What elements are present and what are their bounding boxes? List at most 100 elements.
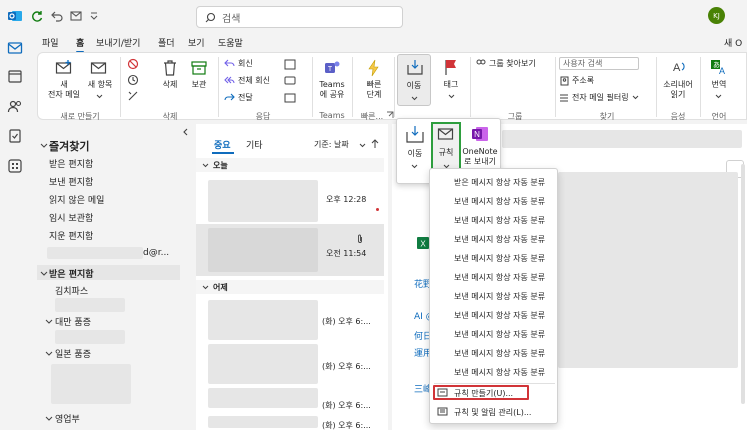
rule-menu-item[interactable]: 보낸 메시지 항상 자동 분류 bbox=[454, 291, 545, 302]
rule-menu-item[interactable]: 보낸 메시지 항상 자동 분류 bbox=[454, 348, 545, 359]
subfolder-item[interactable]: 영업부 bbox=[55, 412, 80, 425]
section-today[interactable]: 오늘 bbox=[196, 158, 384, 172]
read-aloud-button[interactable]: 소리내어 읽기 bbox=[659, 80, 697, 100]
customize-toolbar-icon[interactable] bbox=[89, 11, 99, 21]
sort-dropdown[interactable]: 기준: 날짜 bbox=[314, 139, 349, 150]
address-book-button[interactable]: 주소록 bbox=[559, 75, 594, 86]
create-rule-icon bbox=[437, 387, 448, 398]
mail-icon[interactable] bbox=[69, 9, 83, 23]
scrollbar[interactable] bbox=[741, 164, 745, 404]
subfolder-item[interactable]: 김치파스 bbox=[55, 284, 88, 297]
translate-button[interactable]: 번역 bbox=[704, 80, 734, 90]
filter-email-button[interactable]: 전자 메일 필터링 bbox=[559, 92, 639, 103]
folder-item[interactable]: 받은 편지함 bbox=[49, 157, 93, 170]
new-mail-button[interactable]: 새 전자 메일 bbox=[44, 80, 84, 100]
svg-text:X: X bbox=[420, 240, 426, 249]
tab-new-outlook[interactable]: 새 O bbox=[724, 36, 742, 49]
onenote-label: OneNote 로 보내기 bbox=[462, 147, 498, 166]
more-respond-icon[interactable] bbox=[284, 92, 296, 104]
meeting-icon[interactable] bbox=[284, 58, 296, 70]
undo-icon[interactable] bbox=[50, 9, 64, 23]
archive-button[interactable]: 보관 bbox=[187, 80, 211, 90]
reply-all-button[interactable]: 전체 회신 bbox=[224, 75, 270, 86]
rule-menu-item[interactable]: 보낸 메시지 항상 자동 분류 bbox=[454, 272, 545, 283]
tab-folder[interactable]: 폴더 bbox=[158, 36, 175, 49]
rule-menu-item[interactable]: 보낸 메시지 항상 자동 분류 bbox=[454, 234, 545, 245]
unread-dot bbox=[376, 208, 379, 211]
chevron-down-icon[interactable] bbox=[45, 349, 53, 357]
tab-file[interactable]: 파일 bbox=[42, 36, 59, 49]
apps-nav-icon[interactable] bbox=[5, 156, 25, 176]
search-box[interactable]: 검색 bbox=[196, 6, 403, 28]
chevron-down-icon[interactable] bbox=[448, 93, 455, 100]
mail-nav-icon[interactable] bbox=[5, 38, 25, 58]
ignore-icon[interactable] bbox=[126, 89, 140, 103]
excel-attachment-icon[interactable]: X bbox=[416, 236, 430, 250]
tags-button[interactable]: 태그 bbox=[438, 80, 464, 90]
tab-view[interactable]: 보기 bbox=[188, 36, 205, 49]
chevron-down-icon[interactable] bbox=[40, 269, 48, 277]
folder-item[interactable]: 지운 편지함 bbox=[49, 229, 93, 242]
chevron-down-icon[interactable] bbox=[359, 142, 366, 149]
redacted-message[interactable] bbox=[208, 344, 318, 384]
tasks-nav-icon[interactable] bbox=[5, 126, 25, 146]
rule-menu-item[interactable]: 보낸 메시지 항상 자동 분류 bbox=[454, 253, 545, 264]
reply-button[interactable]: 회신 bbox=[224, 58, 253, 69]
redacted-message[interactable] bbox=[208, 388, 318, 408]
rule-menu-item[interactable]: 보낸 메시지 항상 자동 분류 bbox=[454, 367, 545, 378]
inbox-folder[interactable]: 받은 편지함 bbox=[49, 267, 94, 280]
forward-button[interactable]: 전달 bbox=[224, 92, 253, 103]
tab-send-receive[interactable]: 보내기/받기 bbox=[96, 36, 140, 49]
subfolder-item[interactable]: 일본 품증 bbox=[55, 347, 91, 360]
search-people-input[interactable]: 사용자 검색 bbox=[559, 57, 639, 70]
chevron-down-icon[interactable] bbox=[45, 317, 53, 325]
quick-steps-button[interactable]: 빠른 단계 bbox=[358, 80, 390, 100]
delete-button[interactable]: 삭제 bbox=[158, 80, 182, 90]
rule-menu-item[interactable]: 보낸 메시지 항상 자동 분류 bbox=[454, 329, 545, 340]
chevron-down-icon[interactable] bbox=[715, 93, 722, 100]
chevron-down-icon[interactable] bbox=[96, 93, 103, 100]
chevron-down-icon bbox=[202, 284, 209, 291]
subfolder-item[interactable]: 대만 품증 bbox=[55, 315, 91, 328]
message-time: 오전 11:54 bbox=[326, 249, 367, 258]
new-items-button[interactable]: 새 항목 bbox=[84, 80, 116, 90]
collapse-pane-icon[interactable] bbox=[182, 128, 190, 136]
move-button[interactable]: 이동 bbox=[397, 54, 431, 106]
account-name[interactable]: d@r... bbox=[143, 248, 169, 258]
folder-item[interactable]: 읽지 않은 메일 bbox=[49, 193, 104, 206]
tab-other[interactable]: 기타 bbox=[246, 138, 263, 151]
message-time: (화) 오후 6:... bbox=[322, 401, 371, 410]
manage-rules-item[interactable]: 규칙 및 알림 관리(L)... bbox=[454, 407, 531, 418]
section-yesterday[interactable]: 어제 bbox=[196, 280, 384, 294]
folder-item[interactable]: 임시 보관함 bbox=[49, 211, 93, 224]
message-time: 오후 12:28 bbox=[326, 195, 367, 204]
move-to-button[interactable]: 이동 bbox=[401, 123, 429, 175]
tab-help[interactable]: 도움말 bbox=[218, 36, 243, 49]
sync-icon[interactable] bbox=[30, 9, 44, 23]
favorites-header[interactable]: 즐겨찾기 bbox=[49, 138, 89, 154]
rule-menu-item[interactable]: 보낸 메시지 항상 자동 분류 bbox=[454, 215, 545, 226]
rule-menu-item[interactable]: 보낸 메시지 항상 자동 분류 bbox=[454, 196, 545, 207]
chevron-down-icon[interactable] bbox=[45, 414, 53, 422]
calendar-nav-icon[interactable] bbox=[5, 66, 25, 86]
chevron-down-icon[interactable] bbox=[40, 141, 48, 149]
redacted-message[interactable] bbox=[208, 416, 318, 428]
flag-rules-icon[interactable] bbox=[126, 57, 140, 71]
sweep-icon[interactable] bbox=[126, 73, 140, 87]
folder-item[interactable]: 보낸 편지함 bbox=[49, 175, 93, 188]
share-to-teams-button[interactable]: Teams 에 공유 bbox=[316, 80, 348, 100]
tab-focused[interactable]: 중요 bbox=[214, 138, 231, 151]
avatar[interactable]: KJ bbox=[708, 7, 725, 24]
teams-icon: T bbox=[323, 59, 341, 77]
im-icon[interactable] bbox=[284, 75, 296, 87]
rule-menu-item[interactable]: 받은 메시지 항상 자동 분류 bbox=[454, 177, 545, 188]
redacted-message[interactable] bbox=[208, 180, 318, 222]
rule-menu-item[interactable]: 보낸 메시지 항상 자동 분류 bbox=[454, 310, 545, 321]
browse-groups-button[interactable]: 그룹 찾아보기 bbox=[475, 58, 536, 69]
dialog-launcher-icon[interactable] bbox=[386, 111, 394, 119]
sort-direction-icon[interactable] bbox=[371, 139, 379, 149]
redacted-message[interactable] bbox=[208, 300, 318, 340]
redacted-subject bbox=[502, 130, 742, 148]
tab-home[interactable]: 홈 bbox=[76, 36, 85, 53]
people-nav-icon[interactable] bbox=[5, 96, 25, 116]
